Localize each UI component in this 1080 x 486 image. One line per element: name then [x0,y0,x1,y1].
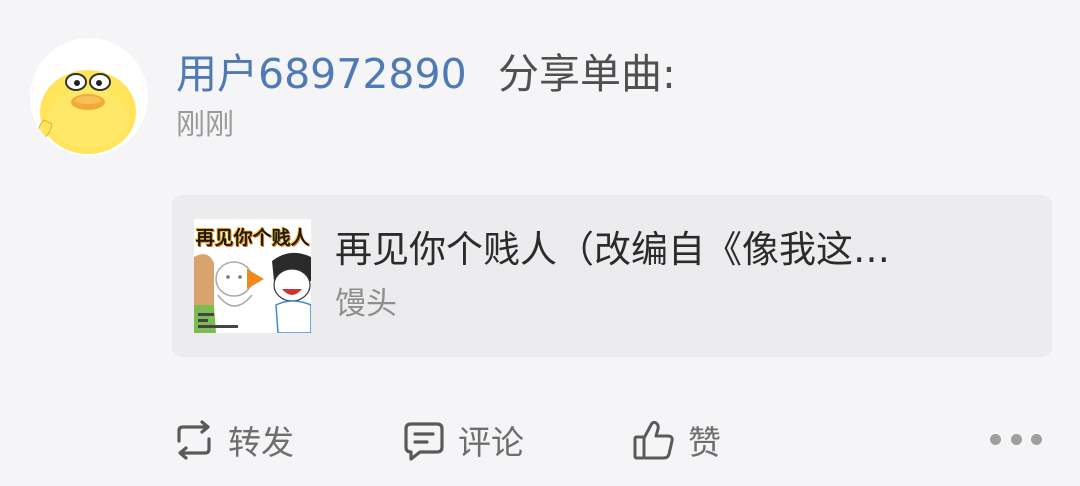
more-dots-icon[interactable] [990,424,1042,454]
repost-button[interactable]: 转发 [172,412,294,468]
cover-art-image [194,247,311,333]
like-button[interactable]: 赞 [632,412,721,468]
like-label: 赞 [688,423,721,462]
music-card[interactable]: 再见你个贱人 再见你个贱人（改编自《像我这… 馒头 [172,195,1052,357]
cover-title: 再见你个贱人 [195,227,310,249]
duck-avatar-icon [38,70,136,154]
post-timestamp: 刚刚 [176,107,235,141]
music-share-post: 用户68972890 分享单曲: 刚刚 再见你个贱人 再见你个贱人（改编自《像我… [0,0,1080,486]
repost-label: 转发 [228,423,294,462]
dot [1031,433,1042,445]
comment-icon [402,418,446,462]
song-title: 再见你个贱人（改编自《像我这… [335,228,890,271]
dot [990,433,1001,445]
repost-icon [172,418,216,462]
comment-button[interactable]: 评论 [402,412,524,468]
album-cover[interactable]: 再见你个贱人 [194,219,311,333]
comment-label: 评论 [458,423,524,462]
share-label: 分享单曲: [498,50,676,98]
username-link[interactable]: 用户68972890 [176,48,467,100]
artist-name: 馒头 [335,286,397,322]
thumbs-up-icon [632,418,676,462]
dot [1010,433,1022,445]
avatar[interactable] [30,38,148,156]
